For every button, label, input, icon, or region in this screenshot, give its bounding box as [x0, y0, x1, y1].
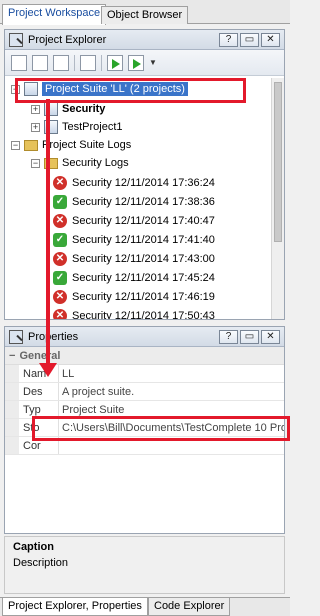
- top-tab-bar: Project Workspace Object Browser: [0, 0, 290, 25]
- caption-panel: Caption Description: [4, 536, 285, 594]
- log-item[interactable]: ✕ Security 12/11/2014 17:43:00: [53, 250, 215, 268]
- arrow-down-icon: [39, 363, 57, 377]
- property-grid: Nam LL Des A project suite. Typ Project Suite…: [5, 365, 284, 455]
- success-status-icon: ✓: [53, 195, 67, 209]
- logs-folder-icon: [24, 139, 38, 151]
- tree-item-testproject1[interactable]: + TestProject1: [31, 118, 123, 136]
- tab-explorer-properties[interactable]: Project Explorer, Properties: [2, 598, 148, 616]
- project-tree: − Project Suite 'LL' (2 projects) + Secu…: [5, 78, 271, 319]
- log-item[interactable]: ✓ Security 12/11/2014 17:45:24: [53, 269, 215, 287]
- run-icon[interactable]: [107, 54, 123, 71]
- error-status-icon: ✕: [53, 214, 67, 228]
- tree-item-label: TestProject1: [62, 121, 123, 133]
- log-item-label: Security 12/11/2014 17:43:00: [72, 253, 215, 265]
- toolbar-separator: [101, 54, 102, 71]
- property-value[interactable]: A project suite.: [59, 383, 284, 400]
- tree-item-project-suite-logs[interactable]: − Project Suite Logs: [11, 136, 131, 154]
- help-button[interactable]: ?: [219, 33, 238, 47]
- restore-button[interactable]: ▭: [240, 330, 259, 344]
- scrollbar-thumb[interactable]: [274, 82, 282, 242]
- log-item-label: Security 12/11/2014 17:36:24: [72, 177, 215, 189]
- property-gutter: [5, 419, 19, 436]
- error-status-icon: ✕: [53, 252, 67, 266]
- error-status-icon: ✕: [53, 176, 67, 190]
- pane-magnifier-icon: [9, 32, 23, 47]
- error-status-icon: ✕: [53, 309, 67, 319]
- log-item[interactable]: ✕ Security 12/11/2014 17:50:43: [53, 307, 215, 319]
- log-item-label: Security 12/11/2014 17:40:47: [72, 215, 215, 227]
- collapse-icon[interactable]: −: [11, 140, 20, 150]
- explorer-toolbar: ▼: [5, 50, 284, 76]
- log-item[interactable]: ✕ Security 12/11/2014 17:46:19: [53, 288, 215, 306]
- success-status-icon: ✓: [53, 233, 67, 247]
- property-row[interactable]: Des A project suite.: [5, 383, 284, 401]
- close-button[interactable]: ✕: [261, 330, 280, 344]
- log-item[interactable]: ✕ Security 12/11/2014 17:36:24: [53, 174, 215, 192]
- bottom-tab-bar: Project Explorer, Properties Code Explor…: [0, 597, 290, 616]
- log-item-label: Security 12/11/2014 17:38:36: [72, 196, 215, 208]
- save-icon[interactable]: [53, 54, 69, 71]
- property-gutter: [5, 365, 19, 382]
- properties-icon[interactable]: [80, 54, 96, 71]
- error-status-icon: ✕: [53, 290, 67, 304]
- log-item[interactable]: ✓ Security 12/11/2014 17:38:36: [53, 193, 215, 211]
- log-item-label: Security 12/11/2014 17:45:24: [72, 272, 215, 284]
- close-button[interactable]: ✕: [261, 33, 280, 47]
- success-status-icon: ✓: [53, 271, 67, 285]
- caption-title: Caption: [13, 541, 54, 553]
- tab-project-workspace[interactable]: Project Workspace: [2, 4, 107, 25]
- log-item-label: Security 12/11/2014 17:46:19: [72, 291, 215, 303]
- property-name: Des: [19, 383, 59, 400]
- new-item-icon[interactable]: [32, 54, 48, 71]
- collapse-icon[interactable]: −: [9, 350, 15, 362]
- highlight-storage-row: [32, 416, 290, 441]
- properties-title: Properties: [28, 330, 79, 343]
- log-item[interactable]: ✓ Security 12/11/2014 17:41:40: [53, 231, 215, 249]
- restore-button[interactable]: ▭: [240, 33, 259, 47]
- property-gutter: [5, 437, 19, 454]
- expand-icon[interactable]: +: [31, 122, 40, 132]
- project-explorer-header: Project Explorer ? ▭ ✕: [5, 30, 284, 50]
- run-dropdown-icon[interactable]: [128, 54, 144, 71]
- project-explorer-title: Project Explorer: [28, 33, 107, 46]
- property-gutter: [5, 383, 19, 400]
- tab-code-explorer[interactable]: Code Explorer: [148, 598, 231, 616]
- tree-item-label: Project Suite Logs: [42, 139, 132, 151]
- help-button[interactable]: ?: [219, 330, 238, 344]
- log-item[interactable]: ✕ Security 12/11/2014 17:40:47: [53, 212, 215, 230]
- property-value[interactable]: LL: [59, 365, 284, 382]
- toolbar-separator: [74, 54, 75, 71]
- tree-item-label: Security Logs: [62, 157, 129, 169]
- pane-magnifier-icon: [9, 329, 23, 344]
- tab-object-browser[interactable]: Object Browser: [101, 6, 189, 24]
- expand-icon[interactable]: +: [31, 104, 40, 114]
- chevron-down-icon[interactable]: ▼: [149, 58, 157, 67]
- property-gutter: [5, 401, 19, 418]
- explorer-scrollbar[interactable]: [271, 78, 284, 319]
- collapse-icon[interactable]: −: [31, 158, 40, 168]
- annotation-arrow-shaft: [46, 99, 50, 369]
- property-group-label: General: [19, 349, 61, 362]
- tree-item-label: Security: [62, 103, 106, 115]
- log-item-label: Security 12/11/2014 17:50:43: [72, 310, 215, 319]
- new-project-icon[interactable]: [11, 54, 27, 71]
- caption-description: Description: [13, 557, 69, 569]
- log-item-label: Security 12/11/2014 17:41:40: [72, 234, 215, 246]
